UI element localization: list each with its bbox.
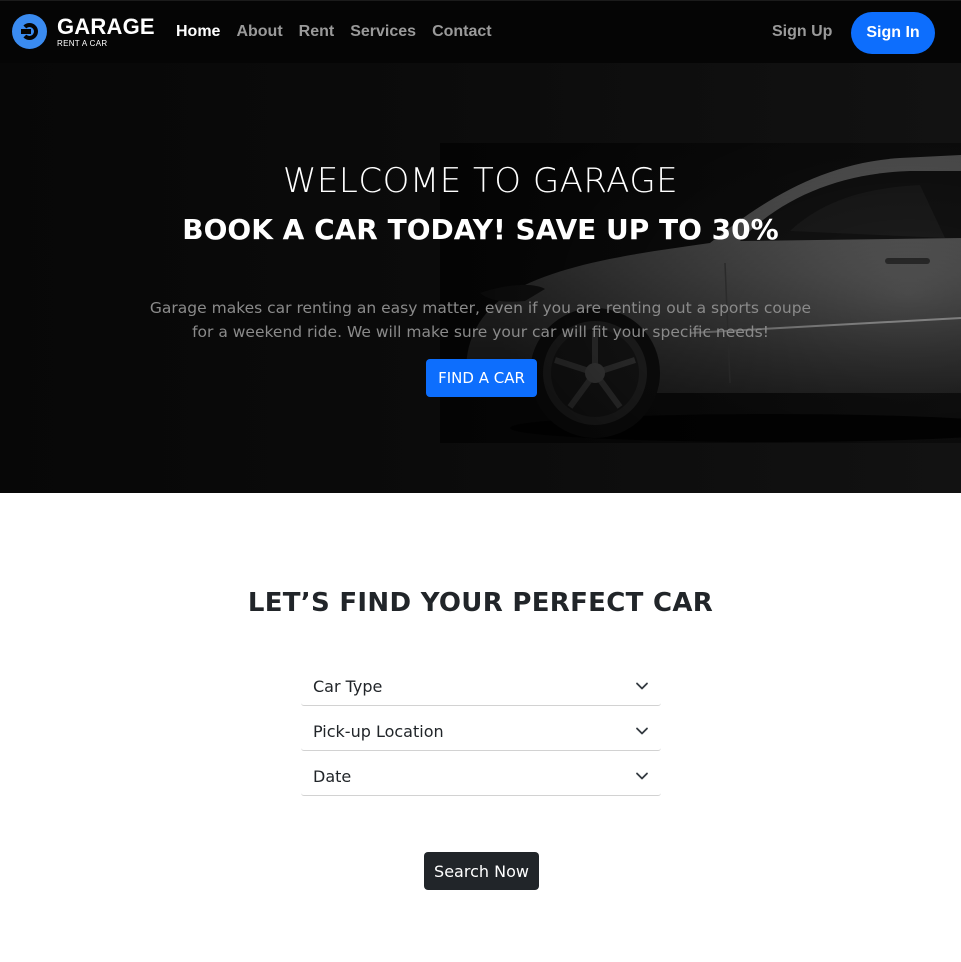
brand-name: GARAGE (57, 13, 155, 39)
date-label: Date (313, 766, 352, 786)
date-select[interactable]: Date (301, 757, 661, 796)
find-a-car-button[interactable]: FIND A CAR (426, 359, 537, 397)
garage-logo-icon (12, 14, 47, 49)
chevron-down-icon (636, 682, 648, 690)
nav-link-services[interactable]: Services (350, 23, 416, 41)
nav-link-contact[interactable]: Contact (432, 23, 492, 41)
hero-title: WELCOME TO GARAGE (282, 161, 679, 201)
hero-description: Garage makes car renting an easy matter,… (149, 299, 812, 341)
chevron-down-icon (636, 772, 648, 780)
sign-in-button[interactable]: Sign In (851, 12, 935, 54)
pickup-location-select[interactable]: Pick-up Location (301, 712, 661, 751)
car-type-label: Car Type (313, 676, 383, 696)
search-now-button[interactable]: Search Now (424, 852, 539, 890)
main-nav: Home About Rent Services Contact (176, 23, 492, 41)
brand-logo[interactable]: GARAGE RENT A CAR (12, 14, 155, 49)
car-type-select[interactable]: Car Type (301, 667, 661, 706)
navbar: GARAGE RENT A CAR Home About Rent Servic… (0, 0, 961, 63)
sign-up-link[interactable]: Sign Up (772, 23, 832, 41)
nav-link-home[interactable]: Home (176, 23, 220, 41)
hero-subtitle: BOOK A CAR TODAY! SAVE UP TO 30% (182, 213, 779, 246)
pickup-location-label: Pick-up Location (313, 721, 444, 741)
nav-link-rent[interactable]: Rent (299, 23, 335, 41)
chevron-down-icon (636, 727, 648, 735)
nav-link-about[interactable]: About (236, 23, 282, 41)
hero-section: WELCOME TO GARAGE BOOK A CAR TODAY! SAVE… (0, 63, 961, 493)
brand-tagline: RENT A CAR (57, 38, 108, 48)
finder-title: LET’S FIND YOUR PERFECT CAR (247, 588, 714, 618)
